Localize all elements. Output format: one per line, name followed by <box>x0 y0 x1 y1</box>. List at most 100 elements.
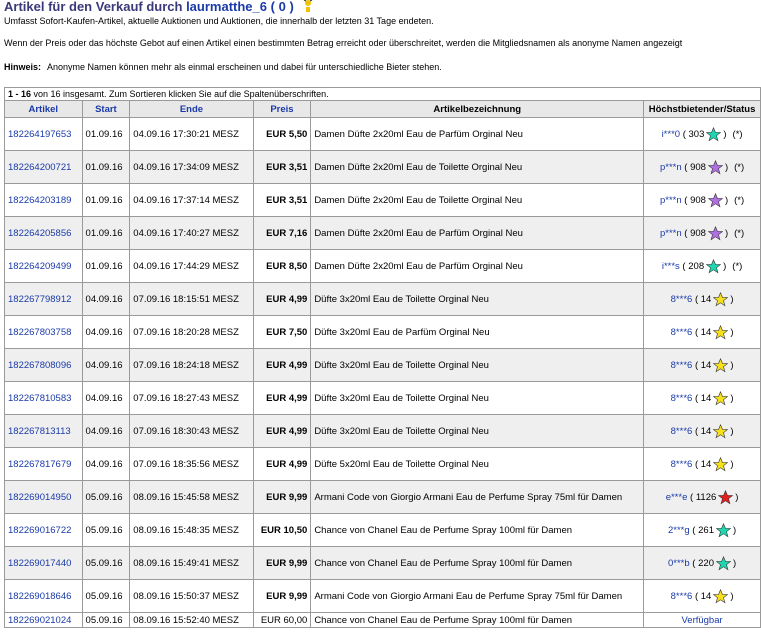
table-header-row: Artikel Start Ende Preis Artikelbezeichn… <box>4 100 761 118</box>
item-number-link[interactable]: 182269016722 <box>8 525 71 536</box>
bidder-name-link[interactable]: 0***b <box>668 558 690 569</box>
bidder-name-link[interactable]: i***0 <box>662 129 681 140</box>
table-row: 182267808096 04.09.16 07.09.16 18:24:18 ME… <box>4 348 761 382</box>
item-number-cell: 182267808096 <box>4 348 83 382</box>
title-prefix: Artikel für den Verkauf durch <box>4 0 183 14</box>
item-number-link[interactable]: 182264205856 <box>8 228 71 239</box>
item-number-link[interactable]: 182269017440 <box>8 558 71 569</box>
table-caption-row: 1 - 16 von 16 insgesamt. Zum Sortieren k… <box>4 87 761 101</box>
bidder-name-link[interactable]: 8***6 <box>671 591 693 602</box>
item-title: Düfte 3x20ml Eau de Toilette Orginal Neu <box>310 414 645 448</box>
item-number-link[interactable]: 182267798912 <box>8 294 71 305</box>
bidder-score: 908 <box>690 227 706 239</box>
bidder-name-link[interactable]: p***n <box>660 195 682 206</box>
item-number-link[interactable]: 182267803758 <box>8 327 71 338</box>
item-number-cell: 182264197653 <box>4 117 83 151</box>
feedback-close: ) <box>289 0 294 14</box>
bidder-name-link[interactable]: 8***6 <box>671 426 693 437</box>
item-number-cell: 182267798912 <box>4 282 83 316</box>
col-header-artikel[interactable]: Artikel <box>4 100 83 118</box>
col-header-ende[interactable]: Ende <box>129 100 254 118</box>
feedback-star-icon <box>711 423 730 438</box>
price: EUR 9,99 <box>252 480 312 514</box>
item-number-cell: 182269018646 <box>4 579 83 613</box>
price: EUR 4,99 <box>252 447 312 481</box>
feedback-score-link[interactable]: 0 <box>279 0 286 14</box>
bidder-name-link[interactable]: 8***6 <box>671 327 693 338</box>
item-number-link[interactable]: 182267810583 <box>8 393 71 404</box>
bidder-score: 208 <box>688 260 705 272</box>
end-date: 07.09.16 18:20:28 MESZ <box>129 315 254 349</box>
price: EUR 8,50 <box>252 249 312 283</box>
end-date: 08.09.16 15:48:35 MESZ <box>129 513 254 547</box>
table-caption: 1 - 16 von 16 insgesamt. Zum Sortieren k… <box>4 87 761 101</box>
price: EUR 4,99 <box>252 348 312 382</box>
item-title: Armani Code von Giorgio Armani Eau de Pe… <box>310 579 645 613</box>
table-row: 182267810583 04.09.16 07.09.16 18:27:43 ME… <box>4 381 761 415</box>
items-table: 1 - 16 von 16 insgesamt. Zum Sortieren k… <box>4 87 761 628</box>
item-number-cell: 182264203189 <box>4 183 83 217</box>
item-title: Düfte 5x20ml Eau de Toilette Orginal Neu <box>310 447 645 481</box>
table-row: 182267803758 04.09.16 07.09.16 18:20:28 ME… <box>4 315 761 349</box>
bidder-name-link[interactable]: i***s <box>662 261 680 272</box>
feedback-star-icon <box>711 324 730 339</box>
bidder-name-link[interactable]: 8***6 <box>671 294 693 305</box>
start-date: 04.09.16 <box>81 447 131 481</box>
hint-line: Hinweis: Anonyme Namen können mehr als ei… <box>4 62 442 72</box>
start-date: 05.09.16 <box>81 612 131 628</box>
item-title: Düfte 3x20ml Eau de Parfüm Orginal Neu <box>310 315 645 349</box>
bidder-cell: p***n ( 908) (*) <box>643 150 761 184</box>
item-number-link[interactable]: 182264203189 <box>8 195 71 206</box>
end-date: 04.09.16 17:37:14 MESZ <box>129 183 254 217</box>
item-title: Chance von Chanel Eau de Perfume Spray 1… <box>310 612 645 628</box>
bidder-name-link[interactable]: 8***6 <box>671 393 693 404</box>
bidder-cell: p***n ( 908) (*) <box>643 183 761 217</box>
item-number-link[interactable]: 182269018646 <box>8 591 71 602</box>
anonymous-marker: (*) <box>732 260 743 272</box>
item-number-cell: 182267803758 <box>4 315 83 349</box>
bidder-name-link[interactable]: 8***6 <box>671 459 693 470</box>
item-number-link[interactable]: 182269014950 <box>8 492 71 503</box>
bidder-name-link[interactable]: p***n <box>660 228 682 239</box>
status-cell: Verfügbar <box>643 612 761 628</box>
item-number-cell: 182269021024 <box>4 612 83 628</box>
item-number-link[interactable]: 182264209499 <box>8 261 71 272</box>
item-number-link[interactable]: 182267817679 <box>8 459 71 470</box>
bidder-cell: 0***b ( 220) <box>643 546 761 580</box>
item-number-link[interactable]: 182264200721 <box>8 162 71 173</box>
bidder-name-link[interactable]: e***e <box>666 492 688 503</box>
table-row: 182267817679 04.09.16 07.09.16 18:35:56 ME… <box>4 447 761 481</box>
price: EUR 9,99 <box>252 546 312 580</box>
bidder-name-link[interactable]: p***n <box>660 162 682 173</box>
bidder-cell: 8***6 ( 14) <box>643 381 761 415</box>
price: EUR 9,99 <box>252 579 312 613</box>
col-header-preis[interactable]: Preis <box>252 100 312 118</box>
col-header-start[interactable]: Start <box>81 100 131 118</box>
end-date: 07.09.16 18:27:43 MESZ <box>129 381 254 415</box>
price: EUR 3,51 <box>252 183 312 217</box>
status-available-link[interactable]: Verfügbar <box>681 615 722 626</box>
seller-link[interactable]: laurmatthe_6 <box>186 0 267 14</box>
end-date: 08.09.16 15:49:41 MESZ <box>129 546 254 580</box>
start-date: 04.09.16 <box>81 414 131 448</box>
bidder-name-link[interactable]: 8***6 <box>671 360 693 371</box>
bidder-score: 14 <box>700 392 712 404</box>
col-header-bezeichnung: Artikelbezeichnung <box>310 100 645 118</box>
end-date: 07.09.16 18:15:51 MESZ <box>129 282 254 316</box>
start-date: 01.09.16 <box>81 150 131 184</box>
table-row: 182267813113 04.09.16 07.09.16 18:30:43 ME… <box>4 414 761 448</box>
bidder-score: 303 <box>688 128 705 140</box>
item-number-link[interactable]: 182267813113 <box>8 426 71 437</box>
bidder-score: 261 <box>698 524 714 536</box>
table-row: 182269016722 05.09.16 08.09.16 15:48:35 ME… <box>4 513 761 547</box>
bidder-name-link[interactable]: 2***g <box>668 525 690 536</box>
item-number-cell: 182267810583 <box>4 381 83 415</box>
bidder-score: 908 <box>690 161 706 173</box>
item-number-link[interactable]: 182264197653 <box>8 129 71 140</box>
bidder-score: 1126 <box>695 491 717 503</box>
item-title: Düfte 3x20ml Eau de Toilette Orginal Neu <box>310 348 645 382</box>
item-number-link[interactable]: 182267808096 <box>8 360 71 371</box>
item-number-cell: 182264209499 <box>4 249 83 283</box>
bidder-cell: 8***6 ( 14) <box>643 414 761 448</box>
item-number-link[interactable]: 182269021024 <box>8 615 71 626</box>
